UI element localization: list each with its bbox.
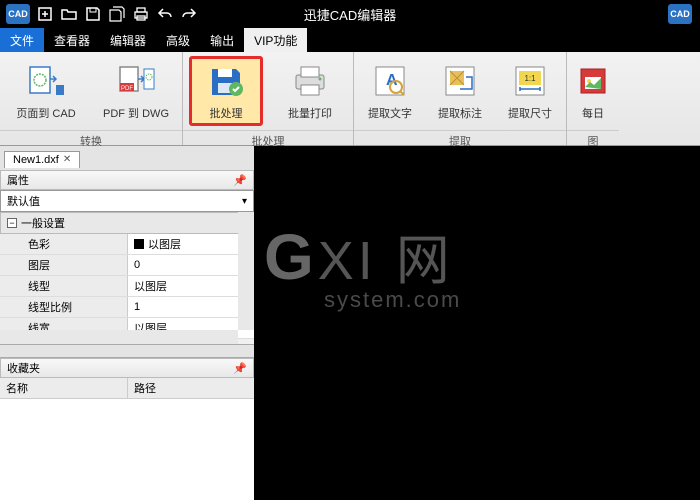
canvas[interactable]: GXI 网 system.com [254, 146, 700, 500]
open-icon[interactable] [60, 5, 78, 23]
property-row[interactable]: 线型比例 1 [0, 297, 254, 318]
print-icon[interactable] [132, 5, 150, 23]
menu-output[interactable]: 输出 [200, 28, 244, 52]
favorites-col-path[interactable]: 路径 [128, 378, 162, 398]
ribbon-label: 页面到 CAD [16, 105, 75, 121]
property-key: 色彩 [0, 234, 128, 254]
favorites-body [0, 399, 254, 500]
ribbon: 页面到 CAD PDF PDF 到 DWG 转换 批处理 批量打印 批处理 A [0, 52, 700, 146]
close-icon[interactable]: ✕ [63, 154, 71, 165]
dropdown-value: 默认值 [7, 193, 40, 209]
ribbon-extract-dim[interactable]: 1:1 提取尺寸 [500, 56, 560, 126]
ribbon-label: PDF 到 DWG [103, 105, 169, 121]
titlebar: CAD 迅捷CAD编辑器 CAD [0, 0, 700, 28]
app-title: 迅捷CAD编辑器 [304, 5, 396, 24]
pin-icon[interactable]: 📌 [233, 362, 247, 375]
favorites-columns: 名称 路径 [0, 378, 254, 399]
menu-file[interactable]: 文件 [0, 28, 44, 52]
document-tab[interactable]: New1.dxf ✕ [4, 151, 80, 168]
extract-annot-icon [440, 61, 480, 101]
extract-text-icon: A [370, 61, 410, 101]
batch-icon [206, 61, 246, 101]
page-to-cad-icon [26, 61, 66, 101]
batch-print-icon [290, 61, 330, 101]
chevron-down-icon: ▾ [242, 196, 247, 207]
property-value[interactable]: 以图层 [128, 276, 254, 296]
redo-icon[interactable] [180, 5, 198, 23]
property-value[interactable]: 1 [128, 297, 254, 317]
daily-icon [573, 61, 613, 101]
ribbon-extract-annot[interactable]: 提取标注 [430, 56, 490, 126]
favorites-col-name[interactable]: 名称 [0, 378, 128, 398]
properties-table: 色彩 以图层 图层 0 线型 以图层 线型比例 1 线宽 以图层 [0, 234, 254, 339]
watermark: GXI 网 system.com [264, 216, 461, 313]
ribbon-page-to-cad[interactable]: 页面到 CAD [6, 56, 86, 126]
favorites-header: 收藏夹 📌 [0, 358, 254, 378]
property-row[interactable]: 色彩 以图层 [0, 234, 254, 255]
property-key: 图层 [0, 255, 128, 275]
properties-title: 属性 [7, 172, 29, 188]
menu-viewer[interactable]: 查看器 [44, 28, 100, 52]
section-label: 一般设置 [21, 215, 65, 231]
collapse-icon[interactable]: − [7, 218, 17, 228]
ribbon-label: 提取尺寸 [508, 105, 552, 121]
property-key: 线型比例 [0, 297, 128, 317]
ribbon-extract-text[interactable]: A 提取文字 [360, 56, 420, 126]
property-value[interactable]: 0 [128, 255, 254, 275]
extract-dim-icon: 1:1 [510, 61, 550, 101]
saveall-icon[interactable] [108, 5, 126, 23]
property-value[interactable]: 以图层 [128, 234, 254, 254]
document-tabs: New1.dxf ✕ [0, 146, 254, 170]
property-section-header[interactable]: − 一般设置 [0, 212, 254, 234]
content-area: New1.dxf ✕ 属性 📌 默认值 ▾ − 一般设置 色彩 以图层 [0, 146, 700, 500]
ribbon-group-extract: A 提取文字 提取标注 1:1 提取尺寸 提取 [354, 52, 567, 145]
ribbon-batch[interactable]: 批处理 [189, 56, 263, 126]
ribbon-label: 批量打印 [288, 105, 332, 121]
pdf-to-dwg-icon: PDF [116, 61, 156, 101]
ribbon-label: 提取标注 [438, 105, 482, 121]
scrollbar-horizontal[interactable] [0, 330, 238, 344]
left-panel: New1.dxf ✕ 属性 📌 默认值 ▾ − 一般设置 色彩 以图层 [0, 146, 254, 500]
property-key: 线型 [0, 276, 128, 296]
ribbon-batch-print[interactable]: 批量打印 [273, 56, 347, 126]
ribbon-daily[interactable]: 每日 [573, 56, 613, 126]
new-icon[interactable] [36, 5, 54, 23]
ribbon-label: 提取文字 [368, 105, 412, 121]
menu-vip[interactable]: VIP功能 [244, 28, 307, 52]
svg-text:1:1: 1:1 [524, 74, 536, 83]
ribbon-group-convert: 页面到 CAD PDF PDF 到 DWG 转换 [0, 52, 183, 145]
ribbon-label: 每日 [582, 105, 604, 121]
ribbon-pdf-to-dwg[interactable]: PDF PDF 到 DWG [96, 56, 176, 126]
menu-advanced[interactable]: 高级 [156, 28, 200, 52]
menubar: 文件 查看器 编辑器 高级 输出 VIP功能 [0, 28, 700, 52]
favorites-title: 收藏夹 [7, 360, 40, 376]
ribbon-label: 批处理 [210, 105, 243, 121]
ribbon-group-image: 每日 图 [567, 52, 619, 145]
svg-text:PDF: PDF [121, 86, 133, 92]
color-swatch [134, 239, 144, 249]
property-row[interactable]: 图层 0 [0, 255, 254, 276]
scrollbar-vertical[interactable] [238, 212, 254, 330]
properties-dropdown[interactable]: 默认值 ▾ [0, 190, 254, 212]
app-logo-right[interactable]: CAD [668, 4, 692, 24]
document-tab-label: New1.dxf [13, 154, 59, 166]
menu-editor[interactable]: 编辑器 [100, 28, 156, 52]
app-logo: CAD [6, 4, 30, 24]
pin-icon[interactable]: 📌 [233, 174, 247, 187]
undo-icon[interactable] [156, 5, 174, 23]
properties-header: 属性 📌 [0, 170, 254, 190]
ribbon-group-batch: 批处理 批量打印 批处理 [183, 52, 354, 145]
property-row[interactable]: 线型 以图层 [0, 276, 254, 297]
save-icon[interactable] [84, 5, 102, 23]
panel-divider[interactable] [0, 344, 254, 358]
